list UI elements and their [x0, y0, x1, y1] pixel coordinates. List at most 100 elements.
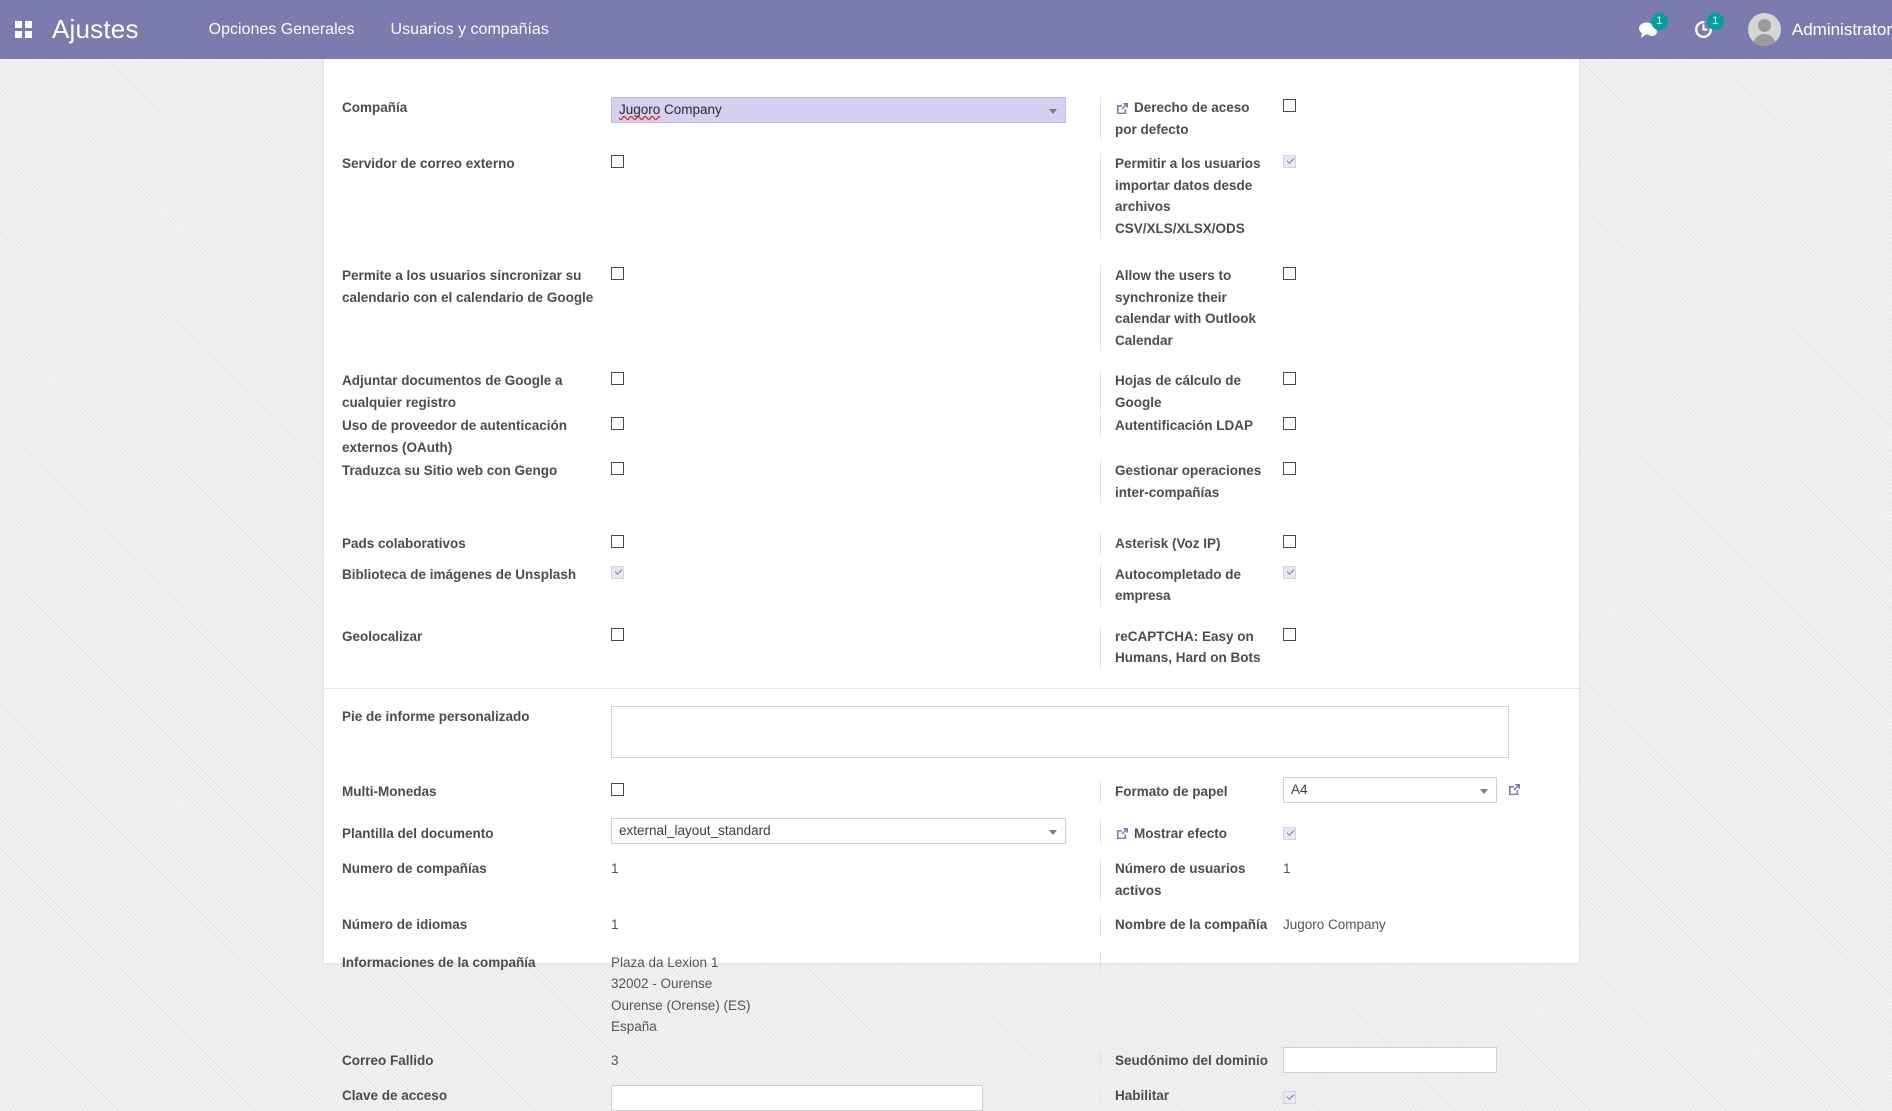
label-unsplash: Biblioteca de imágenes de Unsplash — [342, 566, 577, 582]
checkbox-partner-autocomplete[interactable] — [1283, 565, 1296, 579]
menu-item-usuarios-y-companias[interactable]: Usuarios y compañías — [373, 0, 567, 59]
value-active-users-count: 1 — [1283, 861, 1291, 876]
checkbox-enable[interactable] — [1283, 1090, 1296, 1104]
checkbox-allow-import[interactable] — [1283, 155, 1296, 169]
label-domain-alias: Seudónimo del dominio — [1100, 1049, 1283, 1071]
menu-item-opciones-generales[interactable]: Opciones Generales — [191, 0, 373, 59]
label-default-access-right-text: Derecho de aceso por defecto — [1115, 100, 1250, 137]
checkbox-gengo[interactable] — [611, 462, 624, 476]
checkbox-show-effect[interactable] — [1283, 826, 1296, 840]
field-doc-template: external_layout_standard — [611, 817, 1100, 844]
label-active-users-count: Número de usuarios activos — [1100, 858, 1283, 901]
form-row-multi-currency: Multi-Monedas Formato de papel A4 — [324, 776, 1579, 803]
form-row-company: Compañía Jugoro Company Derecho de aceso… — [324, 97, 1579, 140]
label-google-calendar: Permite a los usuarios sincronizar su ca… — [342, 268, 594, 305]
label-ldap: Autentificación LDAP — [1100, 415, 1283, 437]
checkbox-recaptcha[interactable] — [1283, 627, 1296, 641]
messages-button[interactable]: 1 — [1620, 0, 1676, 59]
topbar-right-group: 1 1 Administrator — [1620, 0, 1892, 59]
company-info-right-spacer — [1100, 951, 1283, 973]
doc-template-value: external_layout_standard — [619, 822, 771, 838]
paper-format-select[interactable]: A4 — [1283, 776, 1497, 803]
form-row-language-count: Número de idiomas 1 Nombre de la compañí… — [324, 914, 1579, 936]
label-recaptcha: reCAPTCHA: Easy on Humans, Hard on Bots — [1100, 625, 1283, 669]
checkbox-collaborative-pads[interactable] — [611, 535, 624, 549]
field-ldap — [1283, 415, 1553, 433]
label-google-spreadsheet: Hojas de cálculo de Google — [1100, 370, 1283, 413]
chevron-down-icon — [1049, 109, 1057, 114]
external-link-icon[interactable] — [1115, 101, 1130, 116]
field-active-users-count: 1 — [1283, 858, 1553, 880]
label-google-drive: Adjuntar documentos de Google a cualquie… — [342, 373, 563, 410]
label-partner-autocomplete: Autocompletado de empresa — [1100, 563, 1283, 607]
label-default-access-right: Derecho de aceso por defecto — [1100, 97, 1283, 140]
field-access-key — [611, 1084, 1100, 1111]
form-row-company-info: Informaciones de la compañía Plaza da Le… — [324, 951, 1579, 1038]
label-asterisk: Asterisk (Voz IP) — [1100, 533, 1283, 555]
form-row-geolocalize: Geolocalizar reCAPTCHA: Easy on Humans, … — [324, 625, 1579, 669]
field-multi-currency — [611, 781, 1100, 799]
section-divider — [324, 687, 1579, 689]
apps-grid-icon — [14, 21, 32, 38]
top-navigation-bar: Ajustes Opciones Generales Usuarios y co… — [0, 0, 1892, 59]
checkbox-google-drive[interactable] — [611, 372, 624, 386]
checkbox-unsplash[interactable] — [611, 565, 624, 579]
company-select[interactable]: Jugoro Company — [611, 97, 1066, 123]
access-key-input[interactable] — [611, 1084, 983, 1111]
checkbox-google-spreadsheet[interactable] — [1283, 372, 1296, 386]
checkbox-outlook-calendar[interactable] — [1283, 267, 1296, 281]
form-row-gengo: Traduzca su Sitio web con Gengo Gestiona… — [324, 460, 1579, 503]
chevron-down-icon — [1049, 829, 1057, 835]
form-row-unsplash: Biblioteca de imágenes de Unsplash Autoc… — [324, 563, 1579, 607]
checkbox-ldap[interactable] — [1283, 417, 1296, 431]
field-default-access-right — [1283, 97, 1553, 115]
activities-button[interactable]: 1 — [1676, 0, 1732, 59]
checkbox-inter-company[interactable] — [1283, 462, 1296, 476]
checkbox-oauth[interactable] — [611, 417, 624, 431]
field-failed-mail: 3 — [611, 1050, 1100, 1072]
label-show-effect-text: Mostrar efecto — [1134, 825, 1228, 841]
form-row-google-drive: Adjuntar documentos de Google a cualquie… — [324, 370, 1579, 413]
value-language-count: 1 — [611, 917, 619, 932]
label-inter-company: Gestionar operaciones inter-compañías — [1100, 460, 1283, 503]
external-link-icon[interactable] — [1115, 826, 1130, 841]
report-footer-textarea[interactable] — [611, 705, 1509, 758]
field-asterisk — [1283, 533, 1553, 551]
user-menu-button[interactable]: Administrator — [1732, 0, 1892, 59]
apps-menu-button[interactable] — [0, 0, 46, 59]
checkbox-external-mail-server[interactable] — [611, 155, 624, 169]
field-show-effect — [1283, 818, 1553, 843]
label-collaborative-pads: Pads colaborativos — [342, 536, 466, 551]
main-menu: Opciones Generales Usuarios y compañías — [191, 0, 567, 59]
field-recaptcha — [1283, 626, 1553, 644]
user-name-label: Administrator — [1791, 19, 1892, 39]
field-company-name: Jugoro Company — [1283, 914, 1553, 936]
domain-alias-input[interactable] — [1283, 1046, 1497, 1073]
field-external-mail-server — [611, 153, 1100, 171]
label-failed-mail: Correo Fallido — [342, 1052, 434, 1068]
field-company-count: 1 — [611, 858, 1100, 880]
checkbox-google-calendar[interactable] — [611, 267, 624, 281]
form-row-google-calendar: Permite a los usuarios sincronizar su ca… — [324, 265, 1579, 351]
label-language-count: Número de idiomas — [342, 917, 468, 932]
chevron-down-icon — [1480, 788, 1488, 794]
form-row-oauth: Uso de proveedor de autenticación extern… — [324, 415, 1579, 458]
checkbox-asterisk[interactable] — [1283, 535, 1296, 549]
company-address-line-3: Ourense (Orense) (ES) — [611, 997, 751, 1013]
field-oauth — [611, 415, 1100, 433]
label-doc-template: Plantilla del documento — [342, 825, 494, 841]
avatar — [1747, 13, 1781, 46]
company-address-line-1: Plaza da Lexion 1 — [611, 954, 719, 970]
company-address-line-2: 32002 - Ourense — [611, 976, 713, 991]
checkbox-default-access-right[interactable] — [1283, 99, 1296, 113]
doc-template-select[interactable]: external_layout_standard — [611, 817, 1066, 844]
field-unsplash — [611, 564, 1100, 582]
checkbox-geolocalize[interactable] — [611, 627, 624, 641]
checkbox-multi-currency[interactable] — [611, 782, 624, 796]
external-link-icon[interactable] — [1507, 782, 1522, 797]
company-address-line-4: España — [611, 1019, 657, 1034]
field-allow-import — [1283, 153, 1553, 171]
field-company-info: Plaza da Lexion 1 32002 - Ourense Ourens… — [611, 952, 1100, 1038]
form-row-company-count: Numero de compañías 1 Número de usuarios… — [324, 858, 1579, 901]
label-company: Compañía — [342, 100, 408, 115]
